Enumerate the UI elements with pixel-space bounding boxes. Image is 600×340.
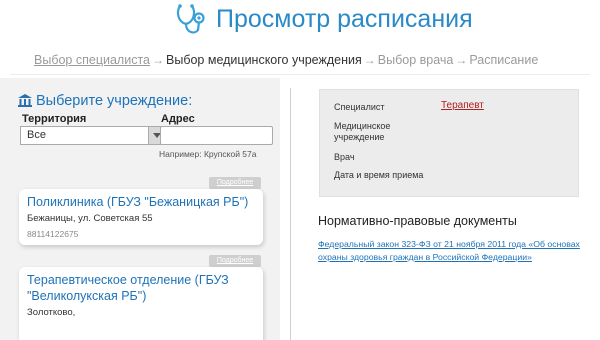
panel-divider: [290, 88, 291, 340]
stethoscope-icon: [176, 4, 205, 34]
selection-summary: Специалист Терапевт Медицинское учрежден…: [319, 89, 579, 197]
page-title: Просмотр расписания: [216, 5, 473, 33]
card-title[interactable]: Поликлиника (ГБУЗ "Бежаницкая РБ"): [27, 194, 248, 210]
card-address: Золотково,: [27, 307, 76, 318]
law-document-link[interactable]: Федеральный закон 323-ФЗ от 21 ноября 20…: [318, 238, 588, 264]
territory-select[interactable]: Все: [20, 126, 165, 145]
address-label: Адрес: [161, 113, 195, 125]
header-divider: [10, 74, 590, 75]
building-icon: [18, 94, 32, 108]
page-header: Просмотр расписания: [0, 0, 600, 42]
card-title[interactable]: Терапевтическое отделение (ГБУЗ "Великол…: [27, 272, 247, 304]
arrow-right-icon: →: [455, 53, 468, 67]
arrow-right-icon: →: [152, 53, 164, 67]
address-input[interactable]: [160, 126, 273, 145]
card-details-button[interactable]: Подробнее: [209, 255, 261, 267]
institution-label: Медицинское учреждение: [334, 121, 391, 142]
breadcrumb-step-institution: Выбор медицинского учреждения: [166, 53, 362, 67]
institution-card[interactable]: Поликлиника (ГБУЗ "Бежаницкая РБ") Бежан…: [19, 189, 263, 245]
card-address: Бежаницы, ул. Советская 55: [27, 213, 153, 224]
datetime-label: Дата и время приема: [334, 170, 424, 180]
institution-heading: Выберите учреждение:: [18, 92, 192, 110]
breadcrumb-step-doctor: Выбор врача: [377, 53, 454, 67]
territory-select-value: Все: [27, 129, 46, 141]
address-hint: Например: Крупской 57а: [159, 149, 257, 159]
breadcrumb-step-schedule: Расписание: [469, 53, 539, 67]
specialist-label: Специалист: [334, 102, 385, 112]
specialist-value-link[interactable]: Терапевт: [441, 100, 484, 111]
docs-title: Нормативно-правовые документы: [318, 214, 517, 228]
institution-card[interactable]: Терапевтическое отделение (ГБУЗ "Великол…: [19, 267, 263, 340]
breadcrumb: Выбор специалиста → Выбор медицинского учр…: [34, 53, 538, 67]
breadcrumb-step-specialist[interactable]: Выбор специалиста: [34, 53, 150, 67]
arrow-right-icon: →: [363, 53, 376, 67]
card-phone: 88114122675: [27, 229, 79, 239]
doctor-label: Врач: [334, 152, 355, 162]
territory-label: Территория: [22, 113, 87, 125]
institution-heading-text: Выберите учреждение:: [36, 92, 193, 109]
card-details-button[interactable]: Подробнее: [209, 177, 261, 189]
